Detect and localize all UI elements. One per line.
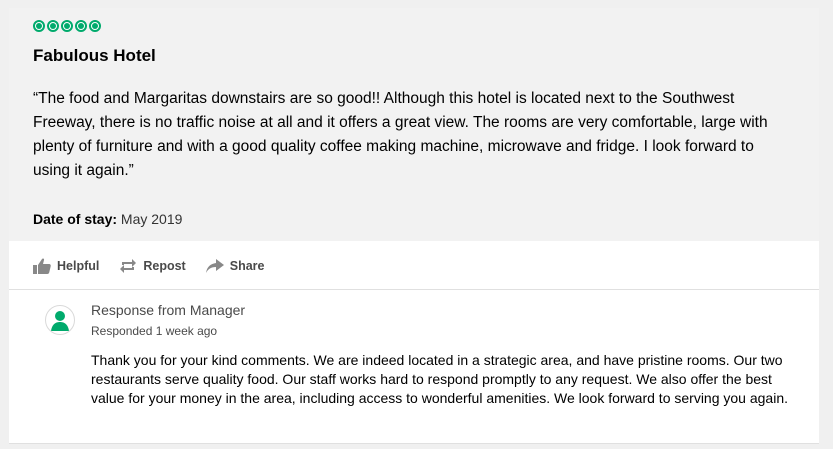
response-date: Responded 1 week ago [91, 324, 218, 338]
rating-bubble-icon [75, 20, 87, 32]
rating-bubbles [33, 20, 101, 32]
date-of-stay-label: Date of stay: [33, 211, 118, 227]
manager-avatar-icon [51, 311, 69, 331]
helpful-label: Helpful [57, 259, 100, 273]
review-content: Fabulous Hotel “The food and Margaritas … [9, 8, 819, 241]
date-of-stay-value: May 2019 [120, 211, 183, 227]
review-card: Fabulous Hotel “The food and Margaritas … [9, 8, 819, 444]
rating-bubble-icon [47, 20, 59, 32]
rating-bubble-icon [89, 20, 101, 32]
review-actions: Helpful Repost Share [33, 258, 264, 274]
share-button[interactable]: Share [205, 258, 265, 274]
helpful-button[interactable]: Helpful [33, 258, 99, 274]
response-title: Response from Manager [91, 302, 246, 318]
user-avatar-icon [45, 305, 75, 335]
repost-label: Repost [143, 259, 186, 273]
repost-icon [120, 259, 137, 273]
review-title: Fabulous Hotel [33, 46, 156, 65]
date-of-stay: Date of stay: May 2019 [33, 211, 182, 227]
share-arrow-icon [205, 259, 224, 273]
rating-bubble-icon [61, 20, 73, 32]
thumbs-up-icon [33, 258, 51, 274]
repost-button[interactable]: Repost [119, 258, 186, 274]
review-text: “The food and Margaritas downstairs are … [33, 90, 768, 179]
response-text: Thank you for your kind comments. We are… [91, 352, 788, 406]
rating-bubble-icon [33, 20, 45, 32]
share-label: Share [229, 259, 265, 273]
response-divider [9, 289, 819, 290]
